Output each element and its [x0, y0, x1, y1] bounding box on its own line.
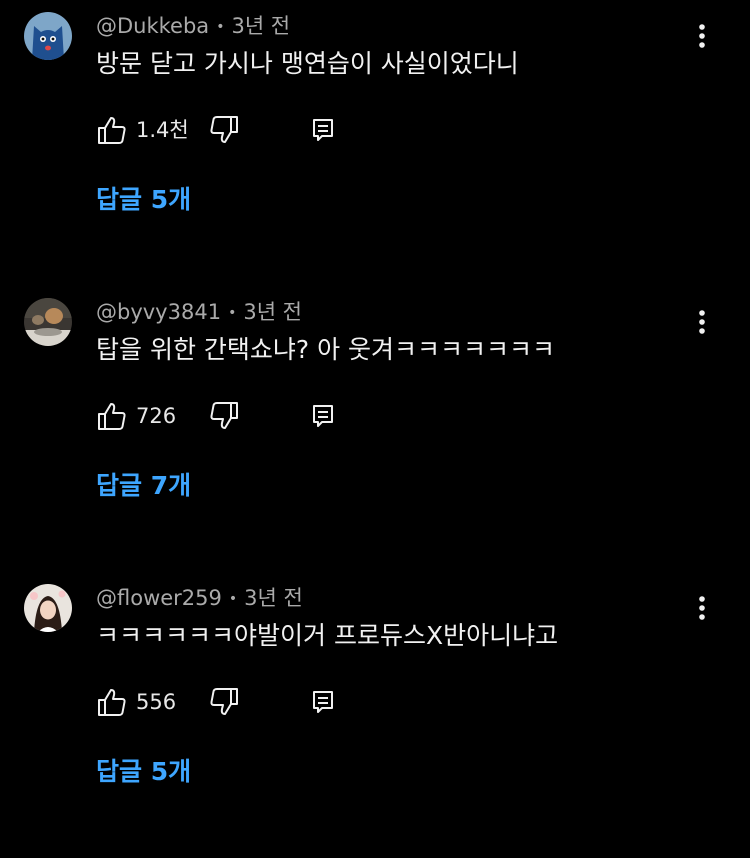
- dislike-button[interactable]: [208, 114, 240, 146]
- reply-comment-icon: [313, 405, 333, 427]
- reply-button[interactable]: [310, 402, 336, 430]
- comment-meta: @flower259 • 3년 전: [96, 584, 303, 612]
- thumbs-down-icon: [210, 688, 238, 715]
- photo-avatar-icon: [24, 298, 72, 346]
- thumbs-down-icon: [210, 116, 238, 143]
- dislike-button[interactable]: [208, 686, 240, 718]
- like-button[interactable]: [96, 114, 128, 146]
- comment-text: 방문 닫고 가시나 맹연습이 사실이었다니: [96, 49, 519, 78]
- cat-avatar-icon: [24, 12, 72, 60]
- comment-item: @flower259 • 3년 전 ㅋㅋㅋㅋㅋㅋ야발이거 프로듀스X반아니냐고 55…: [0, 572, 750, 858]
- more-actions-button[interactable]: [688, 304, 716, 340]
- dislike-button[interactable]: [208, 400, 240, 432]
- avatar[interactable]: [24, 298, 72, 346]
- thumbs-up-icon: [98, 403, 126, 430]
- separator-dot: •: [216, 19, 225, 35]
- comment-actions: 556: [96, 686, 396, 720]
- view-replies-button[interactable]: 답글 5개: [96, 182, 191, 218]
- comment-text: ㅋㅋㅋㅋㅋㅋ야발이거 프로듀스X반아니냐고: [96, 621, 559, 650]
- view-replies-button[interactable]: 답글 5개: [96, 754, 191, 790]
- comment-author[interactable]: @byvy3841: [96, 300, 221, 324]
- comment-text: 탑을 위한 간택쇼냐? 아 웃겨ㅋㅋㅋㅋㅋㅋㅋ: [96, 335, 556, 364]
- comment-actions: 1.4천: [96, 114, 396, 148]
- like-count: 556: [136, 690, 177, 714]
- comment-time[interactable]: 3년 전: [231, 14, 290, 38]
- more-vertical-icon: [699, 310, 705, 334]
- like-count: 726: [136, 404, 177, 428]
- thumbs-up-icon: [98, 117, 126, 144]
- comment-author[interactable]: @flower259: [96, 586, 222, 610]
- comment-meta: @Dukkeba • 3년 전: [96, 12, 290, 40]
- comment-item: @Dukkeba • 3년 전 방문 닫고 가시나 맹연습이 사실이었다니 1.4천: [0, 0, 750, 286]
- thumbs-down-icon: [210, 402, 238, 429]
- reply-button[interactable]: [310, 688, 336, 716]
- comment-time[interactable]: 3년 전: [244, 586, 303, 610]
- more-vertical-icon: [699, 24, 705, 48]
- avatar[interactable]: [24, 584, 72, 632]
- like-button[interactable]: [96, 686, 128, 718]
- separator-dot: •: [228, 591, 238, 607]
- more-vertical-icon: [699, 596, 705, 620]
- comment-actions: 726: [96, 400, 396, 434]
- person-photo-avatar-icon: [24, 584, 72, 632]
- view-replies-button[interactable]: 답글 7개: [96, 468, 191, 504]
- thumbs-up-icon: [98, 689, 126, 716]
- like-button[interactable]: [96, 400, 128, 432]
- avatar[interactable]: [24, 12, 72, 60]
- reply-comment-icon: [313, 119, 333, 141]
- comment-meta: @byvy3841 • 3년 전: [96, 298, 302, 326]
- more-actions-button[interactable]: [688, 18, 716, 54]
- comment-author[interactable]: @Dukkeba: [96, 14, 209, 38]
- comment-time[interactable]: 3년 전: [243, 300, 302, 324]
- like-count: 1.4천: [136, 118, 189, 142]
- more-actions-button[interactable]: [688, 590, 716, 626]
- reply-comment-icon: [313, 691, 333, 713]
- reply-button[interactable]: [310, 116, 336, 144]
- separator-dot: •: [228, 305, 237, 321]
- comment-item: @byvy3841 • 3년 전 탑을 위한 간택쇼냐? 아 웃겨ㅋㅋㅋㅋㅋㅋㅋ 7…: [0, 286, 750, 572]
